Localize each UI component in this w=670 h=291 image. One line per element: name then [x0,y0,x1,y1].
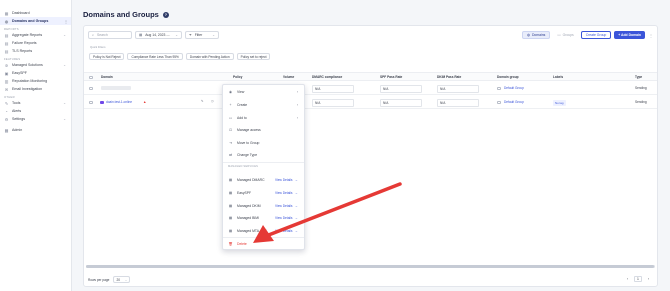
arrow-shaft [264,182,402,238]
annotation-arrow [253,182,402,243]
